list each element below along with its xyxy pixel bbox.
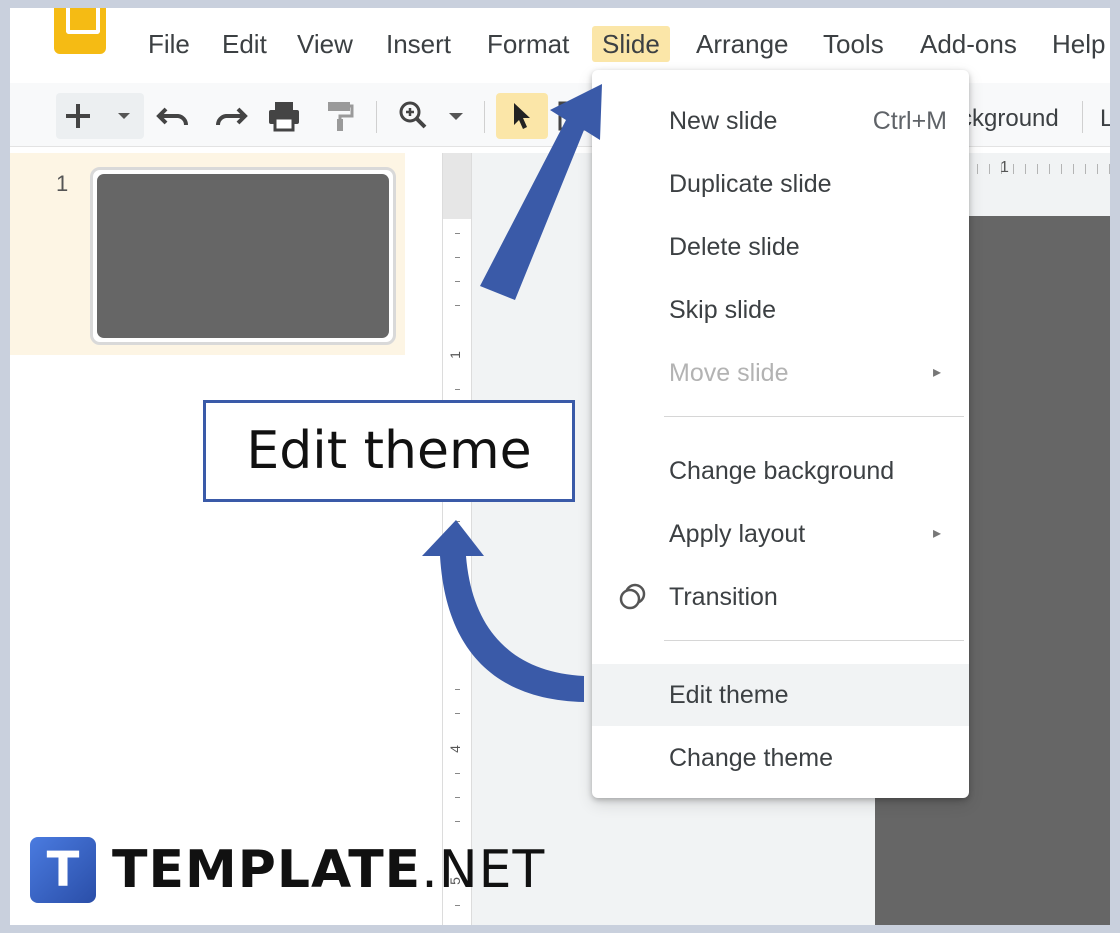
menu-add-ons[interactable]: Add-ons: [910, 26, 1027, 62]
menu-item-label: New slide: [669, 107, 778, 135]
menu-item-change-background[interactable]: Change background: [592, 440, 969, 502]
menu-edit[interactable]: Edit: [212, 26, 277, 62]
menu-slide[interactable]: Slide: [592, 26, 670, 62]
screenshot-frame: File Edit View Insert Format Slide Arran…: [10, 8, 1110, 925]
slide-number: 1: [56, 171, 69, 196]
watermark-suffix: .NET: [421, 840, 546, 900]
menu-item-label: Edit theme: [669, 681, 789, 709]
redo-icon: [215, 107, 248, 126]
toolbar-separator: [376, 101, 377, 133]
ruler-label: 1: [1000, 159, 1009, 176]
menu-item-label: Move slide: [669, 359, 789, 387]
zoom-button[interactable]: [394, 93, 474, 139]
slide-thumbnail[interactable]: [90, 167, 396, 345]
menu-arrange[interactable]: Arrange: [686, 26, 799, 62]
redo-button[interactable]: [208, 93, 252, 139]
menu-item-label: Duplicate slide: [669, 170, 832, 198]
menu-bar: File Edit View Insert Format Slide Arran…: [10, 22, 1110, 64]
menu-item-label: Transition: [669, 583, 778, 611]
menu-item-skip-slide[interactable]: Skip slide: [592, 279, 969, 341]
slide-menu-dropdown: New slide Ctrl+M Duplicate slide Delete …: [592, 70, 969, 798]
undo-button[interactable]: [152, 93, 196, 139]
ruler-tick: [455, 905, 460, 906]
menu-format[interactable]: Format: [477, 26, 579, 62]
ruler-tick: [455, 797, 460, 798]
menu-item-label: Delete slide: [669, 233, 800, 261]
menu-item-move-slide: Move slide ▸: [592, 342, 969, 404]
transition-icon: [619, 583, 646, 610]
ruler-tick: [455, 593, 460, 594]
menu-item-edit-theme[interactable]: Edit theme: [592, 664, 969, 726]
print-icon: [269, 102, 299, 132]
template-net-watermark: T TEMPLATE.NET: [30, 836, 545, 904]
toolbar-separator: [484, 101, 485, 133]
template-logo-icon: T: [30, 837, 96, 903]
menu-item-shortcut: Ctrl+M: [872, 107, 947, 135]
ruler-tick: [455, 305, 460, 306]
menu-item-duplicate-slide[interactable]: Duplicate slide: [592, 153, 969, 215]
filmstrip-panel: 1: [10, 153, 405, 355]
submenu-arrow-icon: ▸: [932, 525, 941, 542]
ruler-tick: [455, 569, 460, 570]
undo-icon: [156, 107, 189, 126]
menu-item-label: Change background: [669, 457, 895, 485]
menu-item-delete-slide[interactable]: Delete slide: [592, 216, 969, 278]
ruler-tick: [455, 713, 460, 714]
new-slide-button[interactable]: [56, 93, 144, 139]
ruler-label: 1: [446, 351, 463, 359]
paint-format-icon: [328, 102, 354, 131]
menu-item-label: Skip slide: [669, 296, 776, 324]
add-icon: [66, 104, 130, 128]
menu-separator: [664, 416, 964, 417]
vertical-ruler-margin: [443, 153, 471, 219]
slide-thumbnail-content: [97, 174, 389, 338]
select-area-icon: [558, 101, 586, 131]
submenu-arrow-icon: ▸: [932, 364, 941, 381]
ruler-tick: [455, 233, 460, 234]
paint-format-button[interactable]: [318, 93, 362, 139]
ruler-tick: [455, 689, 460, 690]
watermark-brand: TEMPLATE: [112, 840, 422, 900]
menu-item-label: Change theme: [669, 744, 834, 772]
vertical-ruler[interactable]: 1 4 5: [442, 153, 472, 925]
menu-view[interactable]: View: [287, 26, 363, 62]
edit-theme-callout: Edit theme: [203, 400, 575, 502]
horizontal-ruler[interactable]: 1: [965, 156, 1110, 182]
menu-tools[interactable]: Tools: [813, 26, 894, 62]
menu-item-new-slide[interactable]: New slide Ctrl+M: [592, 90, 969, 152]
ruler-tick: [455, 521, 460, 522]
ruler-tick: [455, 389, 460, 390]
layout-button-label[interactable]: L: [1100, 105, 1110, 133]
background-button-label[interactable]: ckground: [960, 105, 1059, 133]
menu-item-change-theme[interactable]: Change theme: [592, 727, 969, 789]
ruler-tick: [455, 773, 460, 774]
menu-item-label: Apply layout: [669, 520, 806, 548]
menu-item-transition[interactable]: Transition: [592, 566, 969, 628]
ruler-tick: [455, 281, 460, 282]
watermark-text: TEMPLATE.NET: [112, 840, 545, 900]
menu-separator: [664, 640, 964, 641]
zoom-icon: [399, 101, 463, 129]
select-tool-button[interactable]: [496, 93, 548, 139]
select-area-button[interactable]: [554, 93, 590, 139]
ruler-tick: [455, 545, 460, 546]
menu-file[interactable]: File: [138, 26, 200, 62]
ruler-tick: [455, 821, 460, 822]
select-cursor-icon: [514, 103, 530, 129]
ruler-label: 4: [446, 745, 463, 753]
toolbar-separator: [1082, 101, 1083, 133]
print-button[interactable]: [262, 93, 306, 139]
menu-insert[interactable]: Insert: [376, 26, 461, 62]
ruler-tick: [455, 257, 460, 258]
menu-item-apply-layout[interactable]: Apply layout ▸: [592, 503, 969, 565]
menu-help[interactable]: Help: [1042, 26, 1110, 62]
ruler-ticks: [965, 164, 1110, 174]
